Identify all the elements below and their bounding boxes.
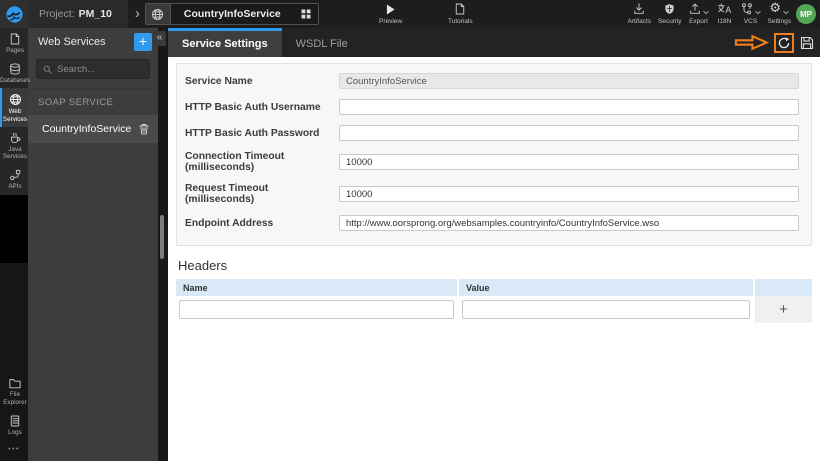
service-breadcrumb-name: CountryInfoService: [170, 4, 294, 24]
panel-collapse-button[interactable]: «: [153, 31, 166, 46]
field-label-username: HTTP Basic Auth Username: [185, 101, 321, 113]
refresh-icon: [778, 36, 790, 48]
sidebar-item-apis[interactable]: APIs: [0, 164, 28, 194]
web-services-panel: Web Services + SOAP SERVICE CountryInfoS…: [28, 28, 158, 461]
pages-icon: [10, 33, 20, 45]
preview-label: Preview: [379, 18, 403, 25]
app-logo[interactable]: [0, 0, 28, 28]
chevron-down-icon: [754, 10, 761, 15]
column-header-actions: [755, 279, 812, 296]
soap-service-section-label: SOAP SERVICE: [28, 88, 158, 115]
tab-wsdl-file[interactable]: WSDL File: [282, 28, 362, 57]
svg-text:A: A: [725, 5, 731, 15]
artifacts-button[interactable]: Artifacts: [628, 3, 651, 25]
project-name: PM_10: [78, 8, 112, 20]
service-name-label: CountryInfoService: [42, 123, 132, 135]
basic-auth-password-input[interactable]: [339, 125, 799, 141]
add-header-button[interactable]: +: [755, 296, 812, 323]
panel-title: Web Services: [38, 36, 106, 48]
preview-button[interactable]: Preview: [379, 3, 402, 25]
coffee-cup-icon: [11, 132, 21, 143]
service-list-item[interactable]: CountryInfoService: [28, 115, 158, 143]
folder-icon: [9, 379, 21, 389]
upload-icon: [689, 3, 700, 14]
branch-icon: [741, 3, 752, 15]
sidebar-item-logs[interactable]: Logs: [0, 410, 28, 440]
add-service-button[interactable]: +: [134, 33, 152, 51]
logs-icon: [10, 415, 20, 427]
tab-bar: Service Settings WSDL File: [168, 28, 820, 57]
field-label-endpoint-address: Endpoint Address: [185, 217, 274, 229]
chevron-down-icon: [783, 10, 789, 15]
tutorials-button[interactable]: Tutorials: [448, 3, 473, 25]
sidebar-spacer-block: [0, 194, 28, 263]
service-name-input: [339, 73, 799, 89]
basic-auth-username-input[interactable]: [339, 99, 799, 115]
sidebar-item-pages[interactable]: Pages: [0, 28, 28, 58]
save-icon: [800, 36, 814, 49]
download-icon: [633, 3, 645, 15]
vertical-scrollbar-thumb[interactable]: [160, 215, 164, 259]
breadcrumb-chevron-icon: ›: [134, 4, 140, 22]
tutorials-label: Tutorials: [448, 18, 473, 25]
globe-icon: [145, 4, 171, 24]
service-search-input[interactable]: [57, 63, 143, 75]
gear-icon: ⚙: [769, 1, 782, 16]
refresh-service-button[interactable]: [774, 32, 794, 53]
wavemaker-logo-icon: [5, 5, 23, 23]
service-breadcrumb-widget[interactable]: CountryInfoService: [144, 3, 319, 25]
save-button[interactable]: [799, 35, 815, 51]
settings-button[interactable]: ⚙ Settings: [768, 1, 792, 25]
column-header-name: Name: [176, 279, 457, 296]
grid-icon[interactable]: [293, 4, 318, 24]
search-icon: [43, 65, 52, 74]
shield-icon: [664, 3, 675, 15]
security-button[interactable]: Security: [658, 3, 682, 25]
translate-icon: A: [717, 3, 732, 15]
i18n-button[interactable]: A I18N: [716, 3, 734, 25]
field-label-connection-timeout: Connection Timeout (milliseconds): [185, 151, 285, 173]
header-value-input[interactable]: [462, 300, 750, 319]
field-label-service-name: Service Name: [185, 75, 253, 87]
topbar-right-menu: Artifacts Security Export A I18N VCS ⚙ S…: [628, 1, 792, 25]
service-search-box[interactable]: [36, 59, 150, 79]
column-header-value: Value: [459, 279, 753, 296]
request-timeout-input[interactable]: [339, 186, 799, 202]
field-label-request-timeout: Request Timeout (milliseconds): [185, 183, 269, 205]
globe-icon: [9, 94, 21, 106]
document-icon: [455, 3, 465, 15]
sidebar-item-java-services[interactable]: Java Services: [0, 127, 28, 164]
headers-table: Name Value +: [176, 279, 812, 323]
chevron-down-icon: [702, 10, 709, 15]
project-block[interactable]: Project: PM_10: [28, 0, 128, 28]
left-icon-sidebar: Pages Databases Web Services Java Servic…: [0, 28, 30, 461]
headers-table-header: Name Value: [176, 279, 812, 296]
export-button[interactable]: Export: [689, 3, 709, 25]
trash-icon[interactable]: [139, 123, 149, 135]
endpoint-address-input[interactable]: [339, 215, 799, 231]
vcs-button[interactable]: VCS: [741, 3, 761, 25]
api-connector-icon: [10, 170, 21, 181]
connection-timeout-input[interactable]: [339, 154, 799, 170]
play-icon: [386, 3, 395, 15]
sidebar-item-file-explorer[interactable]: File Explorer: [0, 373, 28, 409]
project-label: Project:: [39, 8, 75, 20]
top-bar: Project: PM_10 › CountryInfoService Prev…: [0, 0, 820, 28]
header-name-input[interactable]: [179, 300, 454, 319]
sidebar-more-button[interactable]: •••: [0, 440, 28, 461]
main-content: Service Settings WSDL File Service Name …: [168, 28, 820, 461]
sidebar-item-databases[interactable]: Databases: [0, 58, 30, 88]
headers-section-title: Headers: [178, 258, 228, 273]
tab-service-settings[interactable]: Service Settings: [168, 28, 282, 57]
database-icon: [10, 63, 20, 75]
service-settings-form: Service Name HTTP Basic Auth Username HT…: [176, 63, 812, 246]
headers-table-row: +: [176, 296, 812, 323]
field-label-password: HTTP Basic Auth Password: [185, 127, 320, 139]
avatar[interactable]: MP: [796, 4, 816, 24]
sidebar-item-web-services[interactable]: Web Services: [0, 88, 28, 127]
annotation-arrow: [734, 34, 769, 51]
